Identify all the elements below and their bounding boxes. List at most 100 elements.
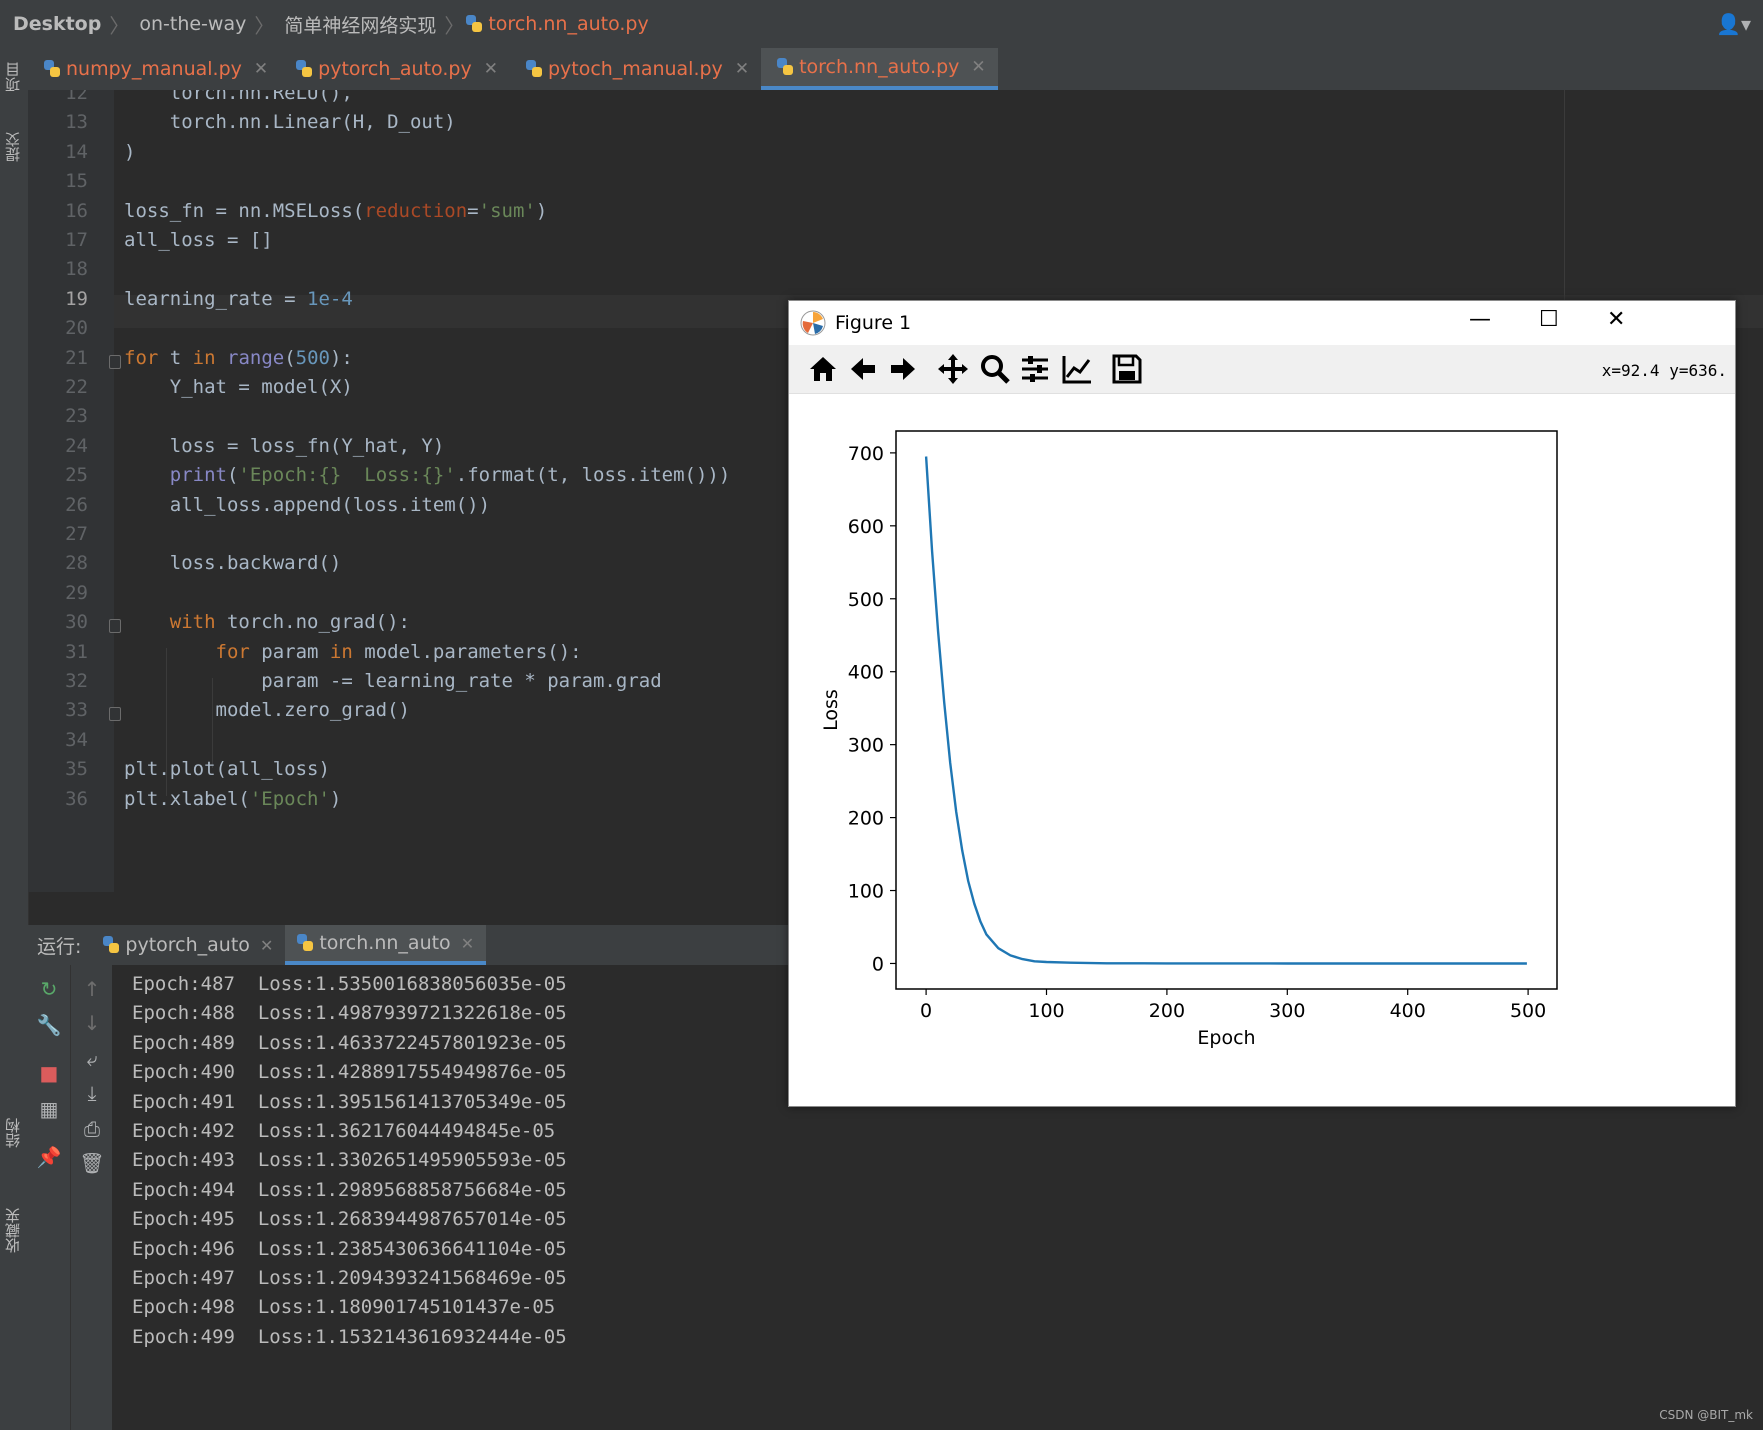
configure-icon[interactable] bbox=[1019, 353, 1051, 385]
pin-icon[interactable]: 📌 bbox=[28, 1145, 70, 1169]
code-line[interactable]: ) bbox=[124, 141, 135, 163]
code-line[interactable]: plt.plot(all_loss) bbox=[124, 758, 330, 780]
figure-window[interactable]: Figure 1 — ☐ ✕ x=92.4 y=636. 0 100 200 300 4… bbox=[788, 300, 1736, 1107]
console-line: Epoch:496 Loss:1.2385430636641104e-05 bbox=[132, 1237, 567, 1260]
code-line[interactable]: for param in model.parameters(): bbox=[124, 641, 582, 663]
fold-marker-icon[interactable] bbox=[109, 354, 121, 369]
arrow-up-icon[interactable]: ↑ bbox=[71, 977, 113, 1001]
pan-icon[interactable] bbox=[937, 353, 969, 385]
stop-icon[interactable]: ■ bbox=[28, 1061, 70, 1085]
run-tab-label: torch.nn_auto bbox=[319, 932, 451, 954]
code-line[interactable]: torch.nn.ReLU(), bbox=[124, 90, 353, 104]
run-panel-label: 运行: bbox=[37, 935, 82, 958]
trash-icon[interactable]: 🗑 bbox=[71, 1151, 113, 1175]
code-line[interactable]: Y_hat = model(X) bbox=[124, 376, 353, 398]
code-line[interactable]: loss = loss_fn(Y_hat, Y) bbox=[124, 435, 445, 457]
python-file-icon bbox=[296, 60, 313, 78]
close-icon[interactable]: ✕ bbox=[461, 934, 474, 953]
zoom-icon[interactable] bbox=[979, 353, 1011, 385]
line-number: 33 bbox=[65, 699, 88, 722]
close-icon[interactable]: ✕ bbox=[484, 59, 498, 79]
structure-tool-button[interactable]: 结构 bbox=[2, 1118, 23, 1148]
tab-label: pytorch_auto.py bbox=[318, 58, 472, 80]
scroll-to-end-icon[interactable]: ⤓ bbox=[71, 1081, 113, 1105]
code-line[interactable]: learning_rate = 1e-4 bbox=[124, 288, 353, 310]
run-tab-label: pytorch_auto bbox=[125, 934, 250, 956]
code-line[interactable]: all_loss.append(loss.item()) bbox=[124, 494, 490, 516]
code-line[interactable]: with torch.no_grad(): bbox=[124, 611, 410, 633]
project-tool-button[interactable]: 项目 bbox=[2, 62, 23, 92]
rerun-icon[interactable]: ↻ bbox=[28, 977, 70, 1001]
cursor-coordinates: x=92.4 y=636. bbox=[1601, 361, 1727, 380]
close-icon[interactable]: ✕ bbox=[260, 936, 273, 955]
line-number: 15 bbox=[65, 170, 88, 193]
code-line[interactable]: all_loss = [] bbox=[124, 229, 273, 251]
code-line[interactable]: model.zero_grad() bbox=[124, 699, 410, 721]
back-icon[interactable] bbox=[847, 353, 879, 385]
commit-tool-button[interactable]: 提交 bbox=[2, 132, 23, 162]
line-number: 36 bbox=[65, 787, 88, 810]
python-file-icon bbox=[525, 60, 542, 78]
line-number: 18 bbox=[65, 258, 88, 281]
soft-wrap-icon[interactable]: ⤶ bbox=[71, 1047, 113, 1071]
run-tab-pytorch-auto[interactable]: pytorch_auto ✕ bbox=[91, 925, 285, 965]
breadcrumb-folder[interactable]: 简单神经网络实现 bbox=[276, 11, 442, 38]
python-file-icon bbox=[44, 60, 60, 78]
figure-titlebar[interactable]: Figure 1 — ☐ ✕ bbox=[789, 301, 1735, 345]
close-icon[interactable]: ✕ bbox=[254, 59, 268, 79]
line-number: 17 bbox=[65, 229, 88, 251]
loss-chart[interactable]: 0 100 200 300 400 500 0 100 200 300 400 500 600 700 Ep… bbox=[789, 393, 1735, 1105]
home-icon[interactable] bbox=[807, 353, 839, 385]
code-line[interactable]: torch.nn.Linear(H, D_out) bbox=[124, 111, 456, 133]
maximize-button[interactable]: ☐ bbox=[1539, 307, 1559, 332]
fold-marker-icon[interactable] bbox=[109, 619, 121, 634]
favorites-tool-button[interactable]: 收藏夹 bbox=[2, 1208, 23, 1253]
forward-icon[interactable] bbox=[887, 353, 919, 385]
line-number: 34 bbox=[65, 728, 88, 751]
line-number: 14 bbox=[65, 140, 88, 163]
python-file-icon bbox=[103, 936, 120, 954]
line-number: 26 bbox=[65, 493, 88, 516]
breadcrumb-desktop[interactable]: Desktop bbox=[0, 13, 107, 35]
print-icon[interactable]: ⎙ bbox=[71, 1117, 113, 1141]
code-line[interactable]: loss_fn = nn.MSELoss(reduction='sum') bbox=[124, 200, 547, 222]
run-tab-torch-nn-auto[interactable]: torch.nn_auto ✕ bbox=[285, 925, 487, 965]
line-number: 22 bbox=[65, 376, 88, 398]
y-tick-label: 100 bbox=[848, 881, 884, 903]
code-line[interactable]: loss.backward() bbox=[124, 552, 342, 574]
code-line[interactable]: for t in range(500): bbox=[124, 347, 353, 369]
close-icon[interactable]: ✕ bbox=[735, 59, 749, 79]
breadcrumb-on-the-way[interactable]: on-the-way bbox=[131, 13, 252, 35]
left-tool-strip: 项目 提交 结构 收藏夹 bbox=[0, 48, 29, 1430]
tab-pytorch-auto[interactable]: pytorch_auto.py ✕ bbox=[280, 48, 510, 90]
edit-axis-icon[interactable] bbox=[1061, 353, 1093, 385]
console-line: Epoch:490 Loss:1.4288917554949876e-05 bbox=[132, 1061, 567, 1084]
y-tick-label: 600 bbox=[848, 516, 884, 538]
fold-marker-icon[interactable] bbox=[109, 707, 121, 722]
save-icon[interactable] bbox=[1111, 353, 1143, 385]
layout-icon[interactable]: ▦ bbox=[28, 1097, 70, 1121]
run-toolbar-primary: ↻ 🔧 ■ ▦ 📌 bbox=[28, 965, 70, 1430]
matplotlib-logo-icon bbox=[800, 310, 826, 336]
tab-pytoch-manual[interactable]: pytoch_manual.py ✕ bbox=[510, 48, 761, 90]
x-tick-label: 100 bbox=[1028, 1000, 1064, 1022]
code-line[interactable]: plt.xlabel('Epoch') bbox=[124, 788, 341, 810]
line-number: 31 bbox=[65, 640, 88, 663]
y-tick-label: 0 bbox=[872, 953, 884, 975]
close-button[interactable]: ✕ bbox=[1607, 307, 1625, 332]
tab-numpy-manual[interactable]: numpy_manual.py ✕ bbox=[28, 48, 280, 90]
user-icon[interactable]: 👤▾ bbox=[1716, 12, 1751, 36]
run-panel-tabs: 运行: pytorch_auto ✕ torch.nn_auto ✕ bbox=[28, 925, 788, 965]
line-number: 12 bbox=[65, 90, 88, 104]
wrench-icon[interactable]: 🔧 bbox=[28, 1013, 70, 1037]
code-line[interactable]: param -= learning_rate * param.grad bbox=[124, 670, 661, 692]
breadcrumb-current-file[interactable]: torch.nn_auto.py bbox=[488, 13, 654, 35]
minimize-button[interactable]: — bbox=[1469, 307, 1491, 332]
breadcrumb-separator: 〉 bbox=[444, 13, 465, 38]
y-axis-label: Loss bbox=[820, 689, 842, 731]
code-line[interactable]: print('Epoch:{} Loss:{}'.format(t, loss.… bbox=[124, 464, 731, 486]
tab-torch-nn-auto[interactable]: torch.nn_auto.py ✕ bbox=[761, 48, 998, 90]
close-icon[interactable]: ✕ bbox=[971, 57, 985, 77]
tab-label: pytoch_manual.py bbox=[547, 58, 723, 80]
arrow-down-icon[interactable]: ↓ bbox=[71, 1011, 113, 1035]
